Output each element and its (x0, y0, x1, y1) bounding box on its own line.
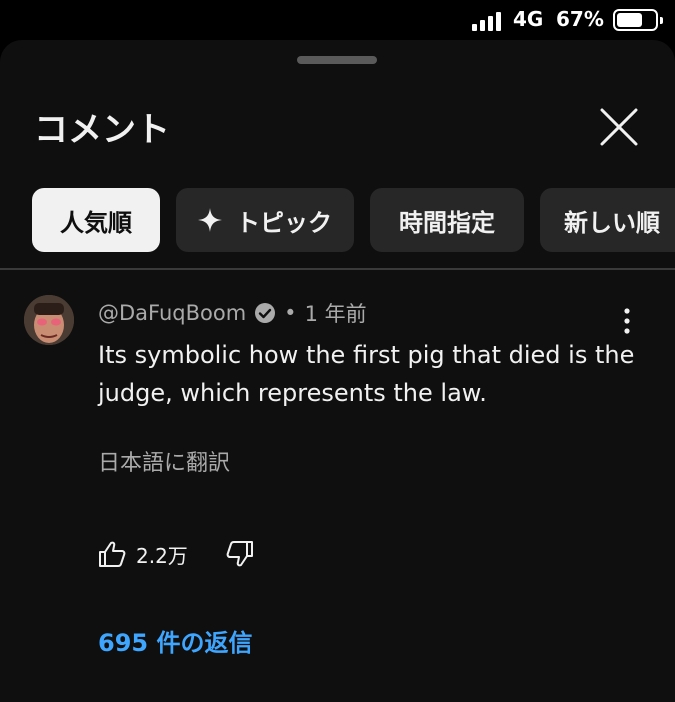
drag-handle[interactable] (297, 56, 377, 64)
comment-meta: @DaFuqBoom • 1 年前 (98, 298, 367, 328)
sparkle-icon (198, 208, 222, 232)
battery-icon (613, 9, 663, 31)
close-button[interactable] (598, 106, 640, 148)
chip-newest[interactable]: 新しい順 (540, 188, 675, 252)
chip-topics[interactable]: トピック (176, 188, 354, 252)
dislike-button[interactable] (226, 540, 254, 568)
chip-label: 時間指定 (399, 208, 495, 237)
view-replies-button[interactable]: 695 件の返信 (98, 623, 252, 658)
close-icon (600, 108, 638, 146)
like-count: 2.2万 (136, 543, 188, 568)
sheet-title: コメント (34, 110, 170, 150)
chip-popular[interactable]: 人気順 (32, 188, 160, 252)
meta-separator: • (284, 301, 297, 325)
chip-label: トピック (236, 208, 332, 237)
chip-timed[interactable]: 時間指定 (370, 188, 524, 252)
translate-link[interactable]: 日本語に翻訳 (98, 445, 230, 477)
more-options-button[interactable] (614, 306, 640, 336)
chip-label: 新しい順 (564, 208, 660, 237)
battery-fill (617, 13, 642, 27)
avatar-image (24, 295, 74, 345)
author-name[interactable]: @DaFuqBoom (98, 301, 246, 325)
avatar[interactable] (24, 295, 74, 345)
status-bar: 4G 67% (0, 0, 675, 40)
comment-text: Its symbolic how the first pig that died… (98, 341, 635, 407)
signal-strength-icon (472, 11, 506, 31)
thumbs-up-icon (99, 541, 126, 567)
more-vert-icon (624, 308, 630, 334)
like-button[interactable] (98, 540, 126, 568)
verified-check-icon (254, 302, 276, 324)
chip-label: 人気順 (60, 208, 132, 237)
thumbs-down-icon (226, 541, 253, 567)
comment-actions: 2.2万 (98, 536, 254, 572)
battery-percent: 67% (556, 7, 604, 31)
comment-time: 1 年前 (304, 302, 367, 326)
network-type: 4G (513, 7, 544, 31)
divider (0, 268, 675, 270)
comments-sheet: コメント 人気順 トピック 時間指定 新しい順 @DaFuqBoom • 1 年… (0, 40, 675, 702)
